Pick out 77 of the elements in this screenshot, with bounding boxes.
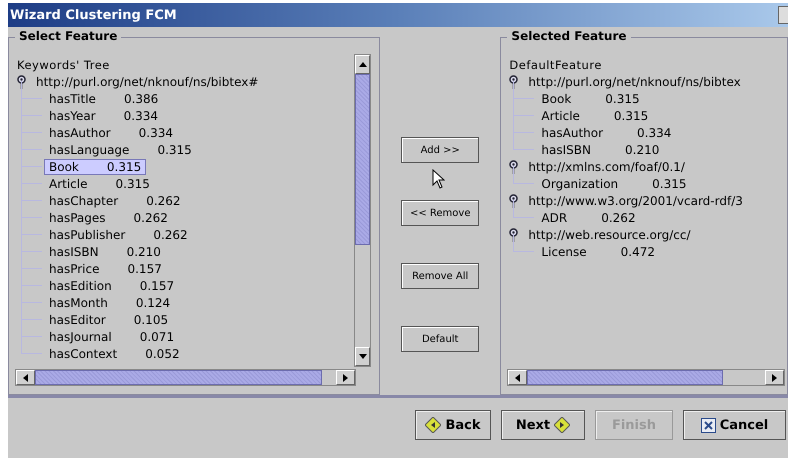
tree-connector [21, 319, 42, 337]
tree-node[interactable]: http://web.resource.org/cc/ [528, 228, 690, 242]
pin-icon [509, 74, 518, 88]
tree-connector [21, 115, 42, 133]
tree-item[interactable]: hasContext 0.052 [44, 346, 185, 362]
tree-item[interactable]: Book 0.315 [44, 158, 146, 174]
tree-item[interactable]: hasEditor 0.105 [44, 312, 174, 328]
tree-connector [21, 200, 42, 218]
tree-item[interactable]: hasISBN 0.210 [44, 244, 166, 260]
tree-connector [21, 132, 42, 150]
pin-icon [509, 160, 518, 174]
tree-item[interactable]: hasEdition 0.157 [44, 278, 180, 294]
close-button[interactable] [778, 6, 788, 24]
footer-button[interactable]: Cancel [683, 410, 786, 440]
tree-item[interactable]: Organization 0.315 [536, 176, 692, 192]
tree-connector [513, 132, 534, 150]
tree-item[interactable]: ADR 0.262 [536, 210, 641, 226]
action-button[interactable]: Remove All [401, 263, 480, 289]
tree-item[interactable]: hasAuthor 0.334 [536, 124, 676, 140]
tree-item[interactable]: Book 0.315 [536, 90, 645, 106]
tree-item[interactable]: hasPublisher 0.262 [44, 226, 193, 242]
tree-connector [21, 234, 42, 252]
action-button[interactable]: Add >> [401, 137, 480, 163]
tree-item[interactable]: Article 0.315 [536, 108, 654, 124]
tree-label: Keywords' Tree [17, 58, 111, 73]
tree-connector [21, 149, 42, 167]
right-arrow-icon [554, 417, 570, 433]
tree-node[interactable]: http://xmlns.com/foaf/0.1/ [528, 160, 685, 174]
tree-connector [21, 98, 42, 116]
tree-connector [21, 285, 42, 303]
tree-item[interactable]: hasLanguage 0.315 [44, 142, 197, 158]
action-button[interactable]: << Remove [401, 200, 480, 226]
tree-item[interactable]: hasISBN 0.210 [536, 142, 664, 158]
tree-connector [21, 251, 42, 269]
tree-item[interactable]: License 0.472 [536, 244, 660, 260]
tree-connector [21, 302, 42, 320]
horizontal-scrollbar[interactable] [507, 369, 785, 386]
tree-item[interactable]: Article 0.315 [44, 176, 155, 192]
pin-icon [17, 74, 26, 88]
tree-node[interactable]: http://www.w3.org/2001/vcard-rdf/3 [528, 194, 743, 208]
tree-label: DefaultFeature [509, 58, 603, 73]
pin-icon [509, 194, 518, 208]
tree-item[interactable]: hasAuthor 0.334 [44, 124, 178, 140]
up-arrow-icon [358, 61, 368, 68]
tree-connector [21, 336, 42, 354]
tree-connector [21, 217, 42, 235]
left-arrow-icon [514, 372, 522, 382]
cursor-icon [432, 169, 446, 189]
tree-item[interactable]: hasMonth 0.124 [44, 294, 176, 310]
left-arrow-icon [425, 417, 442, 433]
tree-item[interactable]: hasPages 0.262 [44, 210, 173, 226]
tree-connector [513, 115, 534, 133]
action-button[interactable]: Default [401, 326, 480, 352]
left-arrow-icon [22, 372, 29, 382]
window-title: Wizard Clustering FCM [9, 8, 177, 22]
tree-connector [21, 268, 42, 286]
tree-item[interactable]: hasPrice 0.157 [44, 260, 167, 276]
vertical-scrollbar[interactable] [354, 54, 372, 367]
tree-connector [513, 98, 534, 116]
tree-node[interactable]: http://purl.org/net/nknouf/ns/bibtex [528, 74, 741, 88]
close-icon [700, 418, 716, 432]
pin-icon [509, 228, 518, 242]
footer-button[interactable]: Next [501, 410, 585, 440]
tree-connector [21, 183, 42, 201]
right-arrow-icon [342, 372, 350, 382]
tree-item[interactable]: hasChapter 0.262 [44, 192, 186, 208]
down-arrow-icon [358, 353, 368, 360]
panel-title: Select Feature [15, 29, 122, 43]
tree-item[interactable]: hasYear 0.334 [44, 108, 163, 124]
tree-item[interactable]: hasTitle 0.386 [44, 90, 164, 106]
footer-button[interactable]: Back [415, 410, 491, 440]
tree-item[interactable]: hasJournal 0.071 [44, 328, 180, 344]
horizontal-scrollbar[interactable] [15, 369, 356, 386]
right-arrow-icon [770, 372, 778, 382]
panel-title: Selected Feature [507, 29, 630, 43]
tree-node[interactable]: http://purl.org/net/nknouf/ns/bibtex# [36, 74, 258, 88]
tree-connector [21, 166, 42, 184]
